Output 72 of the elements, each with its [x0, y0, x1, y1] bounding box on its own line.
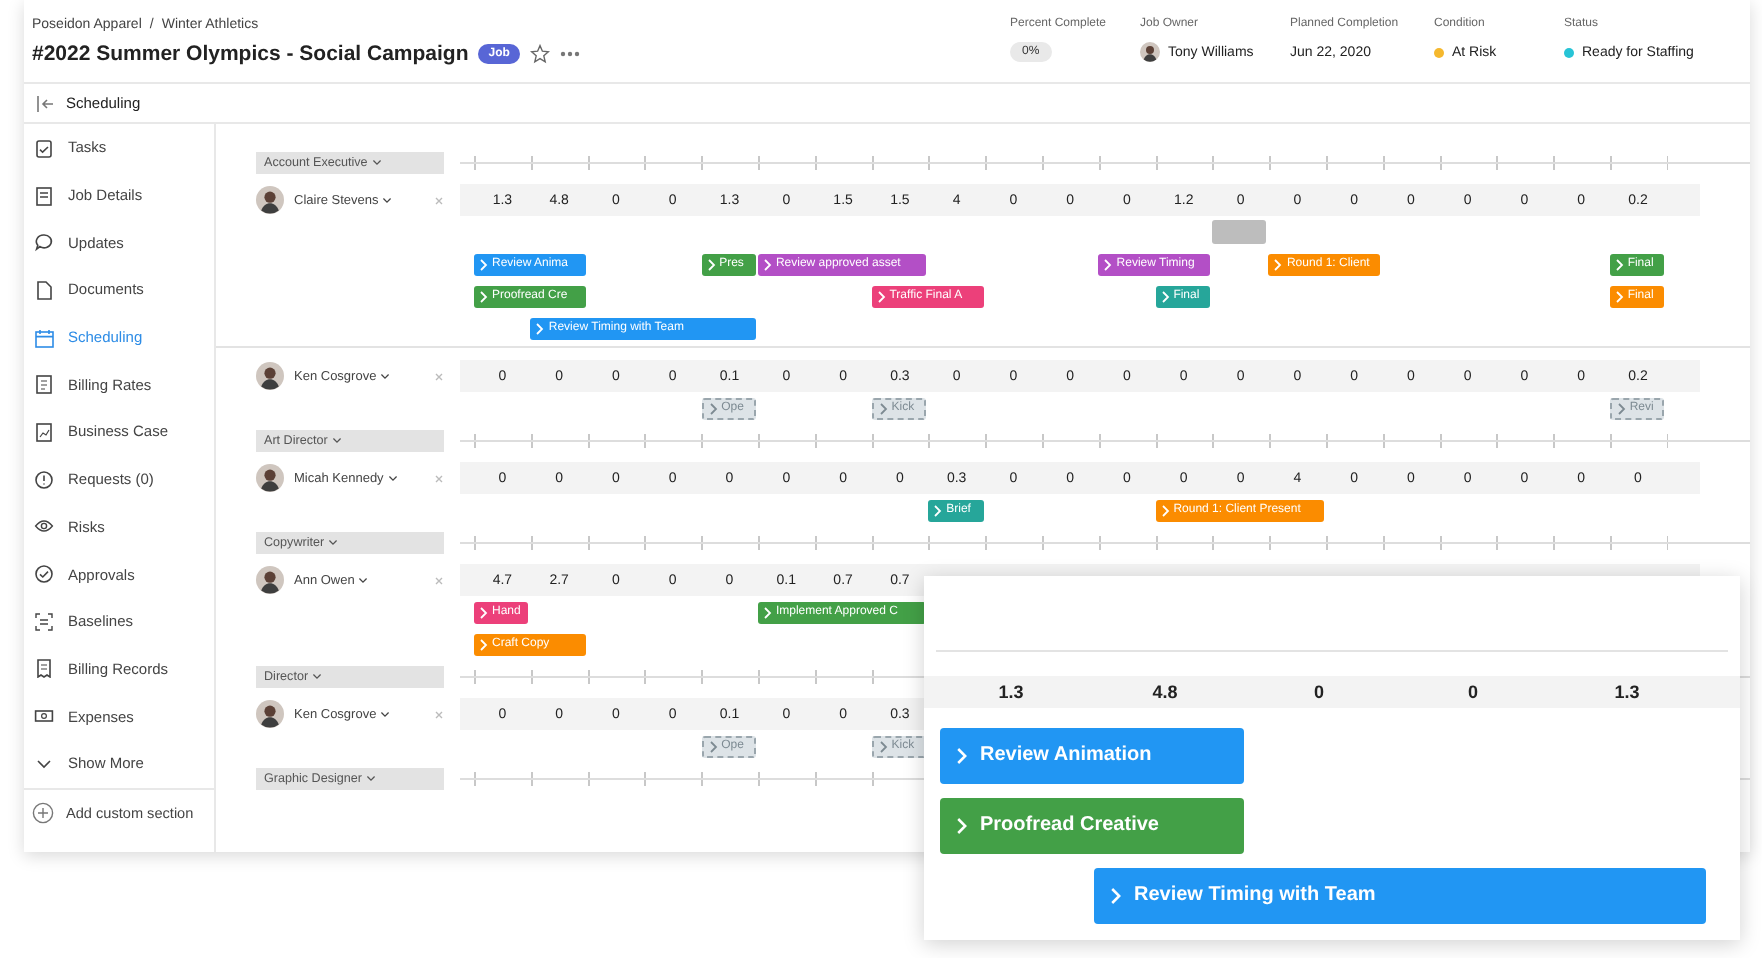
- more-icon[interactable]: [559, 49, 580, 57]
- task-bar[interactable]: Review Animation: [940, 727, 1244, 783]
- calendar-icon: [34, 327, 54, 348]
- document-icon: [34, 185, 54, 206]
- chevron-icon: [1159, 289, 1170, 303]
- plus-circle-icon: [32, 802, 54, 825]
- chevron-icon: [478, 257, 488, 271]
- chevron-icon: [478, 289, 488, 303]
- eye-icon: [34, 516, 54, 537]
- hours-value: 1.3: [996, 682, 1026, 702]
- avatar: [256, 566, 284, 594]
- chevron-icon: [1613, 257, 1624, 271]
- chevron-icon: [761, 605, 772, 619]
- chevron-icon: [1272, 257, 1283, 271]
- page-icon: [34, 279, 54, 300]
- chevron-down-icon: [382, 196, 393, 204]
- avatar: [256, 700, 284, 728]
- chevron-down-icon: [358, 576, 369, 584]
- chevron-icon: [932, 503, 943, 517]
- close-icon[interactable]: [434, 371, 444, 381]
- blank-task-bar: [1212, 220, 1267, 244]
- close-icon[interactable]: [434, 473, 444, 483]
- chevron-down-icon: [328, 538, 339, 546]
- close-icon[interactable]: [434, 195, 444, 205]
- avatar: [256, 464, 284, 492]
- chevron-icon: [954, 745, 968, 765]
- chevron-icon: [877, 401, 888, 415]
- chat-bubble-icon: [34, 232, 54, 253]
- chevron-down-icon: [331, 436, 342, 444]
- chevron-icon: [1108, 885, 1122, 905]
- avatar: [256, 186, 284, 214]
- alert-bubble-icon: [34, 469, 54, 490]
- hours-value: 0: [1311, 682, 1326, 702]
- chevron-down-icon: [371, 158, 382, 166]
- chevron-icon: [707, 739, 718, 753]
- chevron-icon: [877, 739, 888, 753]
- chevron-icon: [478, 605, 488, 619]
- chevron-icon: [761, 257, 772, 271]
- chevron-down-icon: [366, 774, 376, 782]
- clipboard-icon: [34, 137, 54, 158]
- ledger-icon: [34, 374, 54, 395]
- chevron-icon: [478, 637, 488, 651]
- banknote-icon: [34, 706, 54, 727]
- job-title: #2022 Summer Olympics - Social Campaign: [32, 41, 469, 65]
- chevron-icon: [875, 289, 886, 303]
- close-icon[interactable]: [434, 575, 444, 585]
- chevron-down-icon: [387, 474, 398, 482]
- task-bar[interactable]: Review Timing with Team: [1094, 867, 1706, 923]
- avatar: [1140, 42, 1160, 62]
- chevron-icon: [705, 257, 716, 271]
- chevron-icon: [1102, 257, 1113, 271]
- receipt-icon: [34, 658, 54, 679]
- chevron-icon: [954, 815, 968, 835]
- avatar: [256, 362, 284, 390]
- chevron-down-icon: [380, 372, 391, 380]
- frame-icon: [34, 611, 54, 632]
- collapse-icon[interactable]: [36, 95, 54, 111]
- task-bar[interactable]: Proofread Creative: [940, 797, 1244, 853]
- hours-value: 4.8: [1150, 682, 1180, 702]
- close-icon[interactable]: [434, 709, 444, 719]
- star-icon[interactable]: [529, 43, 550, 63]
- chevron-icon: [707, 401, 718, 415]
- chart-document-icon: [34, 421, 54, 442]
- chevron-icon: [1159, 503, 1170, 517]
- hours-value: 1.3: [1612, 682, 1642, 702]
- chevron-icon: [534, 321, 545, 335]
- hours-value: 0: [1465, 682, 1480, 702]
- check-circle-icon: [34, 564, 54, 585]
- chevron-icon: [1613, 289, 1624, 303]
- chevron-down-icon: [380, 710, 391, 718]
- chevron-down-icon: [312, 672, 323, 680]
- chevron-icon: [1615, 401, 1626, 415]
